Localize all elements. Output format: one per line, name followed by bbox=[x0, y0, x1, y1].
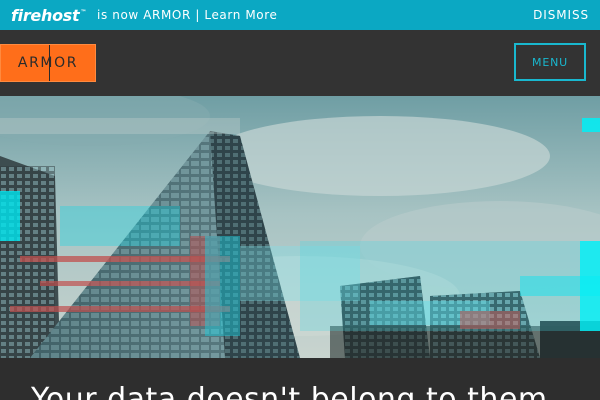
armor-logo[interactable]: ARMOR bbox=[0, 44, 96, 82]
announcement-bar: firehost™ is now ARMOR | Learn More DISM… bbox=[0, 0, 600, 30]
hero-headline-section: Your data doesn't belong to them bbox=[0, 358, 600, 400]
site-header: ARMOR MENU bbox=[0, 30, 600, 96]
hero-image bbox=[0, 96, 600, 358]
armor-logo-text: ARMOR bbox=[17, 55, 79, 71]
hero-headline: Your data doesn't belong to them bbox=[31, 382, 548, 400]
firehost-logo[interactable]: firehost™ bbox=[11, 6, 86, 25]
logo-divider bbox=[49, 45, 50, 81]
announcement-link[interactable]: is now ARMOR | Learn More bbox=[97, 8, 277, 22]
dismiss-button[interactable]: DISMISS bbox=[533, 8, 589, 22]
city-skyscrapers-glitch-image bbox=[0, 96, 600, 358]
menu-button[interactable]: MENU bbox=[514, 43, 586, 81]
